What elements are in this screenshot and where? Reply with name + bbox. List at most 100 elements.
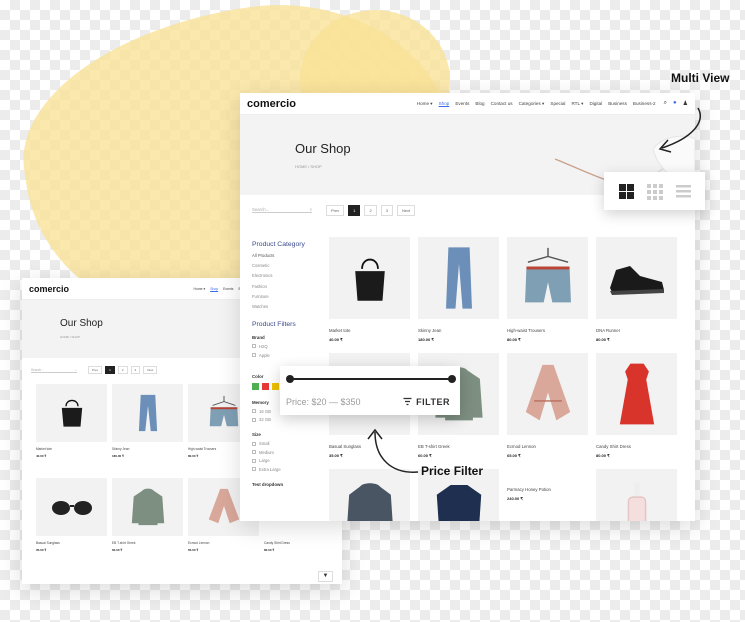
page-2[interactable]: 2 bbox=[364, 204, 377, 216]
nav-categories[interactable]: Categories ▾ bbox=[519, 101, 545, 107]
product-name[interactable]: EB T-shirt Greek bbox=[418, 444, 499, 449]
product-image-bottle[interactable] bbox=[596, 469, 677, 521]
product-card[interactable]: Candy Shirt Dress 80.00 ₹ bbox=[596, 353, 677, 469]
scroll-top-button[interactable]: ▼ bbox=[318, 571, 333, 582]
brand-option[interactable]: H2Q bbox=[252, 344, 324, 349]
nav-home[interactable]: Home ▾ bbox=[194, 287, 206, 291]
product-card[interactable]: Market tote 40.00 ₹ bbox=[329, 237, 410, 353]
product-card[interactable]: Parmacy Honey Potion 240.00 ₹ bbox=[507, 469, 588, 521]
product-name[interactable]: Basual Sunglass bbox=[36, 541, 107, 545]
product-image-jacket[interactable] bbox=[112, 478, 183, 536]
product-name[interactable]: High-waist Trousers bbox=[507, 328, 588, 333]
nav-contact[interactable]: Contact us bbox=[491, 101, 513, 107]
brand-logo[interactable]: comercio bbox=[247, 98, 296, 110]
size-option[interactable]: Large bbox=[252, 458, 324, 463]
nav-events[interactable]: Events bbox=[455, 101, 469, 107]
list-icon[interactable] bbox=[675, 184, 692, 199]
nav-events[interactable]: Events bbox=[223, 287, 233, 291]
search-placeholder: Search... bbox=[31, 367, 44, 372]
price-slider-track[interactable] bbox=[286, 375, 456, 383]
search-input[interactable]: Search... ⌕ bbox=[31, 368, 77, 373]
product-name[interactable]: Market tote bbox=[36, 447, 107, 451]
search-input[interactable]: Search... ⌕ bbox=[252, 207, 312, 213]
product-price: 80.00 ₹ bbox=[507, 337, 521, 342]
color-swatch-green[interactable] bbox=[252, 382, 259, 390]
category-cosmetic[interactable]: Cosmetic bbox=[252, 263, 324, 268]
product-name[interactable]: Candy Shirt Dress bbox=[596, 444, 677, 449]
dropdown-label[interactable]: Test dropdown bbox=[252, 482, 324, 487]
filter-icon bbox=[403, 397, 412, 406]
product-name[interactable]: Ecmod Lennon bbox=[507, 444, 588, 449]
nav-rtl[interactable]: RTL ▾ bbox=[571, 101, 583, 107]
price-slider-max-handle[interactable] bbox=[448, 375, 456, 383]
product-card[interactable]: Ecmod Lennon 65.00 ₹ bbox=[507, 353, 588, 469]
page-1[interactable]: 1 bbox=[348, 204, 361, 216]
next-button[interactable]: Next bbox=[143, 366, 158, 374]
nav-shop[interactable]: Shop bbox=[210, 287, 218, 291]
product-card[interactable]: Skinny Jean 180.00 ₹ bbox=[112, 384, 183, 478]
product-price: 80.00 ₹ bbox=[596, 337, 610, 342]
product-card[interactable]: Basual Sunglass 35.00 ₹ bbox=[36, 478, 107, 572]
nav-special[interactable]: Special bbox=[550, 101, 565, 107]
product-image-sunglasses[interactable] bbox=[36, 478, 107, 536]
page-2[interactable]: 2 bbox=[117, 366, 128, 374]
grid-small-icon[interactable] bbox=[646, 183, 664, 200]
filters-title: Product Filters bbox=[252, 320, 296, 328]
page-3[interactable]: 3 bbox=[130, 366, 141, 374]
product-name[interactable]: DNA Runner bbox=[596, 328, 677, 333]
product-card[interactable]: Skinny Jean 180.00 ₹ bbox=[418, 237, 499, 353]
brand-logo[interactable]: comercio bbox=[29, 284, 69, 294]
size-option[interactable]: Medium bbox=[252, 450, 324, 455]
product-image-jeans[interactable] bbox=[418, 237, 499, 319]
product-name[interactable]: Skinny Jean bbox=[418, 328, 499, 333]
prev-button[interactable]: Prev bbox=[88, 366, 103, 374]
size-option[interactable]: Extra Large bbox=[252, 467, 324, 472]
product-name[interactable]: Market tote bbox=[329, 328, 410, 333]
product-image-poncho[interactable] bbox=[507, 353, 588, 435]
product-name[interactable]: Parmacy Honey Potion bbox=[507, 487, 588, 492]
brand-option[interactable]: Apple bbox=[252, 353, 324, 358]
category-electronics[interactable]: Electronics bbox=[252, 273, 324, 278]
category-fashion[interactable]: Fashion bbox=[252, 284, 324, 289]
search-icon[interactable]: ⌕ bbox=[75, 368, 77, 372]
search-icon[interactable]: ⌕ bbox=[310, 207, 312, 212]
category-all[interactable]: All Products bbox=[252, 253, 324, 258]
nav-digital[interactable]: Digital bbox=[589, 101, 602, 107]
product-image-shorts[interactable] bbox=[507, 237, 588, 319]
product-price: 40.00 ₹ bbox=[329, 337, 343, 342]
memory-option[interactable]: 32 GB bbox=[252, 417, 324, 422]
next-button[interactable]: Next bbox=[396, 204, 416, 216]
color-swatch-yellow[interactable] bbox=[272, 382, 279, 390]
product-image-tote[interactable] bbox=[36, 384, 107, 442]
page-1[interactable]: 1 bbox=[105, 366, 115, 374]
nav-home[interactable]: Home ▾ bbox=[417, 101, 433, 107]
color-swatch-red[interactable] bbox=[262, 382, 269, 390]
product-image-sneaker[interactable] bbox=[596, 237, 677, 319]
grid-large-icon[interactable] bbox=[618, 183, 635, 200]
product-name[interactable]: Candy Shirt Dress bbox=[264, 541, 335, 545]
product-card[interactable]: DNA Runner 80.00 ₹ bbox=[596, 237, 677, 353]
size-option[interactable]: Small bbox=[252, 441, 324, 446]
product-price: 80.00 ₹ bbox=[264, 548, 275, 552]
product-image-jeans[interactable] bbox=[112, 384, 183, 442]
product-card[interactable]: EB T-shirt Greek 60.00 ₹ bbox=[112, 478, 183, 572]
prev-button[interactable]: Prev bbox=[326, 204, 345, 216]
nav-blog[interactable]: Blog bbox=[475, 101, 484, 107]
product-name[interactable]: EB T-shirt Greek bbox=[112, 541, 183, 545]
category-watches[interactable]: Watches bbox=[252, 304, 324, 309]
nav-shop[interactable]: Shop bbox=[439, 101, 450, 107]
nav-business[interactable]: Business bbox=[608, 101, 627, 107]
product-image-tote[interactable] bbox=[329, 237, 410, 319]
page-3[interactable]: 3 bbox=[380, 204, 393, 216]
price-slider-min-handle[interactable] bbox=[286, 375, 294, 383]
product-name[interactable]: Ecmod Lennon bbox=[188, 541, 259, 545]
product-name[interactable]: Skinny Jean bbox=[112, 447, 183, 451]
size-option-label: Extra Large bbox=[259, 466, 281, 472]
product-card[interactable]: High-waist Trousers 80.00 ₹ bbox=[507, 237, 588, 353]
product-image-dress[interactable] bbox=[596, 353, 677, 435]
product-card[interactable]: Market tote 40.00 ₹ bbox=[36, 384, 107, 478]
product-card[interactable] bbox=[596, 469, 677, 521]
category-title: Product Category bbox=[252, 241, 305, 248]
filter-button[interactable]: FILTER bbox=[403, 397, 450, 407]
category-furniture[interactable]: Furniture bbox=[252, 294, 324, 299]
